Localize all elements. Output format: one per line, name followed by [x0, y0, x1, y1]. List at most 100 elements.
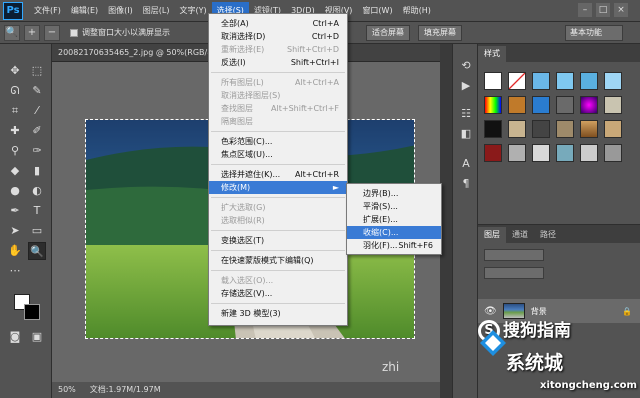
- gradient-icon[interactable]: ▮: [28, 162, 46, 180]
- tab-channels[interactable]: 通道: [506, 227, 534, 243]
- path-select-icon[interactable]: ➤: [6, 222, 24, 240]
- menu-image[interactable]: 图像(I): [103, 2, 138, 20]
- play-icon[interactable]: ▶: [458, 78, 474, 94]
- close-icon[interactable]: ×: [614, 3, 628, 17]
- move-tool-icon[interactable]: ✥: [6, 62, 24, 80]
- submenu-item-feather[interactable]: 羽化(F)... Shift+F6: [347, 239, 441, 252]
- menu-item-inverse[interactable]: 反选(I) Shift+Ctrl+I: [209, 56, 347, 69]
- zoom-tool-icon[interactable]: 🔍: [28, 242, 46, 260]
- style-swatch[interactable]: [604, 144, 622, 162]
- shape-tool-icon[interactable]: ▭: [28, 222, 46, 240]
- menu-item-all-layers[interactable]: 所有图层(L) Alt+Ctrl+A: [209, 76, 347, 89]
- style-swatch[interactable]: [580, 120, 598, 138]
- menu-help[interactable]: 帮助(H): [398, 2, 436, 20]
- style-swatch[interactable]: [580, 72, 598, 90]
- style-swatch[interactable]: [604, 96, 622, 114]
- lasso-tool-icon[interactable]: ᘏ: [6, 82, 24, 100]
- history-icon[interactable]: ⟲: [458, 58, 474, 74]
- history-brush-icon[interactable]: ✑: [28, 142, 46, 160]
- menu-item-quick-mask[interactable]: 在快速蒙版模式下编辑(Q): [209, 254, 347, 267]
- zoom-tool-icon[interactable]: 🔍: [4, 24, 20, 41]
- menu-item-deselect[interactable]: 取消选择(D) Ctrl+D: [209, 30, 347, 43]
- healing-brush-icon[interactable]: ✚: [6, 122, 24, 140]
- properties-icon[interactable]: ☷: [458, 106, 474, 122]
- style-swatch[interactable]: [508, 72, 526, 90]
- maximize-icon[interactable]: □: [596, 3, 610, 17]
- submenu-item-smooth[interactable]: 平滑(S)...: [347, 200, 441, 213]
- zoom-out-icon[interactable]: −: [44, 24, 60, 41]
- style-swatch[interactable]: [508, 120, 526, 138]
- resize-window-checkbox[interactable]: [70, 28, 78, 37]
- pen-tool-icon[interactable]: ✒: [6, 202, 24, 220]
- style-swatch[interactable]: [508, 96, 526, 114]
- style-swatch[interactable]: [556, 96, 574, 114]
- minimize-icon[interactable]: –: [578, 3, 592, 17]
- dodge-tool-icon[interactable]: ◐: [28, 182, 46, 200]
- crop-tool-icon[interactable]: ⌗: [6, 102, 24, 120]
- tab-styles[interactable]: 样式: [478, 46, 506, 62]
- eraser-icon[interactable]: ◆: [6, 162, 24, 180]
- menu-item-load-selection[interactable]: 载入选区(O)...: [209, 274, 347, 287]
- quick-select-icon[interactable]: ✎: [28, 82, 46, 100]
- style-swatch[interactable]: [556, 144, 574, 162]
- tab-layers[interactable]: 图层: [478, 227, 506, 243]
- menu-item-transform-selection[interactable]: 变换选区(T): [209, 234, 347, 247]
- menu-item-modify[interactable]: 修改(M) ►: [209, 181, 347, 194]
- character-icon[interactable]: A: [458, 156, 474, 172]
- style-swatch[interactable]: [532, 120, 550, 138]
- submenu-item-border[interactable]: 边界(B)...: [347, 187, 441, 200]
- menu-item-focus-area[interactable]: 焦点区域(U)...: [209, 148, 347, 161]
- marquee-tool-icon[interactable]: ⬚: [28, 62, 46, 80]
- menu-item-save-selection[interactable]: 存储选区(V)...: [209, 287, 347, 300]
- style-swatch[interactable]: [484, 144, 502, 162]
- style-swatch[interactable]: [556, 120, 574, 138]
- style-swatch[interactable]: [604, 72, 622, 90]
- zoom-level[interactable]: 50%: [58, 382, 76, 398]
- style-swatch[interactable]: [532, 72, 550, 90]
- style-swatch[interactable]: [580, 96, 598, 114]
- eyedropper-icon[interactable]: ⁄: [28, 102, 46, 120]
- style-swatch[interactable]: [484, 72, 502, 90]
- clone-stamp-icon[interactable]: ⚲: [6, 142, 24, 160]
- fill-screen-button[interactable]: 填充屏幕: [418, 25, 462, 41]
- menu-item-select-and-mask[interactable]: 选择并遮住(K)... Alt+Ctrl+R: [209, 168, 347, 181]
- blend-mode-select[interactable]: [484, 267, 544, 279]
- workspace-select[interactable]: 基本功能: [565, 25, 623, 41]
- menu-item-similar[interactable]: 选取相似(R): [209, 214, 347, 227]
- screen-mode-icon[interactable]: ▣: [28, 328, 46, 346]
- style-swatch[interactable]: [604, 120, 622, 138]
- menu-type[interactable]: 文字(Y): [174, 2, 211, 20]
- menu-file[interactable]: 文件(F): [29, 2, 66, 20]
- brush-tool-icon[interactable]: ✐: [28, 122, 46, 140]
- fit-screen-button[interactable]: 适合屏幕: [366, 25, 410, 41]
- style-swatch[interactable]: [532, 144, 550, 162]
- menu-item-grow[interactable]: 扩大选取(G): [209, 201, 347, 214]
- submenu-item-contract[interactable]: 收缩(C)...: [347, 226, 441, 239]
- style-swatch[interactable]: [508, 144, 526, 162]
- tab-paths[interactable]: 路径: [534, 227, 562, 243]
- zoom-in-icon[interactable]: +: [24, 24, 40, 41]
- menu-item-deselect-layers[interactable]: 取消选择图层(S): [209, 89, 347, 102]
- more-tools-icon[interactable]: ⋯: [6, 262, 24, 280]
- menu-layer[interactable]: 图层(L): [138, 2, 175, 20]
- type-tool-icon[interactable]: T: [28, 202, 46, 220]
- style-swatch[interactable]: [532, 96, 550, 114]
- hand-tool-icon[interactable]: ✋: [6, 242, 24, 260]
- background-color[interactable]: [24, 304, 40, 320]
- menu-item-find-layers[interactable]: 查找图层 Alt+Shift+Ctrl+F: [209, 102, 347, 115]
- style-swatch[interactable]: [484, 120, 502, 138]
- visibility-eye-icon[interactable]: 👁: [484, 306, 497, 317]
- menu-item-new-3d-model[interactable]: 新建 3D 模型(3): [209, 307, 347, 320]
- style-swatch[interactable]: [484, 96, 502, 114]
- style-swatch[interactable]: [580, 144, 598, 162]
- menu-item-isolate-layers[interactable]: 隔离图层: [209, 115, 347, 128]
- submenu-item-expand[interactable]: 扩展(E)...: [347, 213, 441, 226]
- menu-edit[interactable]: 编辑(E): [66, 2, 103, 20]
- menu-item-color-range[interactable]: 色彩范围(C)...: [209, 135, 347, 148]
- menu-item-reselect[interactable]: 重新选择(E) Shift+Ctrl+D: [209, 43, 347, 56]
- quick-mask-icon[interactable]: ◙: [6, 328, 24, 346]
- style-swatch[interactable]: [556, 72, 574, 90]
- adjustments-icon[interactable]: ◧: [458, 126, 474, 142]
- menu-item-select-all[interactable]: 全部(A) Ctrl+A: [209, 17, 347, 30]
- menu-window[interactable]: 窗口(W): [357, 2, 397, 20]
